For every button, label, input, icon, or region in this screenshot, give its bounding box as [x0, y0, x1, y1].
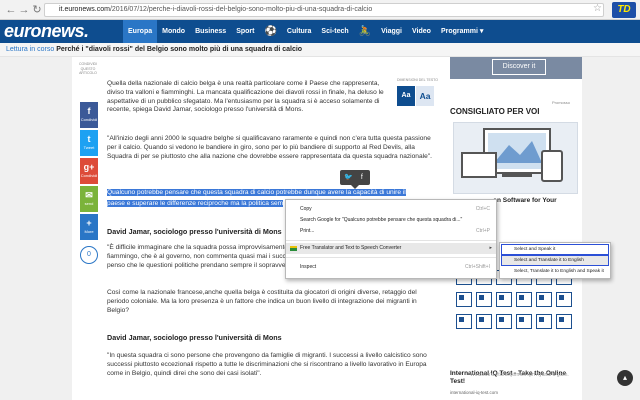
article-paragraph-5: "In questa squadra ci sono persone che p…	[107, 352, 427, 377]
reading-title[interactable]: Perché i "diavoli rossi" del Belgio sono…	[56, 46, 302, 53]
selected-text-line-2: paese e superare le differenze reciproch…	[107, 200, 284, 207]
iq-grid-cell	[556, 314, 572, 329]
facebook-share-button[interactable]: f Condividi	[80, 102, 98, 128]
nav-sci-tech[interactable]: Sci-tech	[316, 20, 353, 43]
ad-subtitle[interactable]: on Software for Your	[493, 197, 557, 204]
url-path: /2016/07/12/perche-i-diavoli-rossi-del-b…	[109, 6, 373, 13]
recommended-title: CONSIGLIATO PER VOI	[450, 107, 540, 116]
iq-test-grid[interactable]	[452, 268, 576, 348]
iq-grid-cell	[516, 292, 532, 307]
address-bar[interactable]: it.euronews.com/2016/07/12/perche-i-diav…	[44, 3, 604, 17]
forward-icon[interactable]: →	[17, 3, 31, 17]
url-host: it.euronews.com	[59, 6, 110, 13]
nav-business[interactable]: Business	[190, 20, 231, 43]
article-quote-heading-2: David Jamar, sociologo presso l'universi…	[107, 333, 282, 342]
iq-grid-cell	[456, 292, 472, 307]
translator-submenu: Select and Speak it Select and Translate…	[499, 242, 611, 279]
iq-test-url[interactable]: international-iq-test.com	[450, 390, 498, 395]
nav-sport[interactable]: Sport	[231, 20, 259, 43]
mail-icon: ✉	[85, 190, 93, 200]
ctx-copy[interactable]: Copy Ctrl+C	[286, 204, 496, 215]
discover-it-button[interactable]: Discover it	[492, 59, 546, 75]
ctx-print[interactable]: Print... Ctrl+P	[286, 226, 496, 237]
reading-label: Lettura in corso	[6, 46, 55, 53]
nav-viaggi[interactable]: Viaggi	[376, 20, 407, 43]
twitter-icon: t	[87, 134, 91, 144]
ctx-search-google[interactable]: Search Google for "Qualcuno potrebbe pen…	[286, 215, 496, 226]
text-size-label: DIMENSIONI DEL TESTO	[397, 78, 438, 82]
promoted-label: Promosso	[552, 100, 571, 105]
text-size-large-button[interactable]: Aa	[416, 86, 434, 106]
euronews-logo[interactable]: euronews.	[4, 21, 89, 42]
facebook-icon: f	[87, 106, 91, 116]
reload-icon[interactable]: ↻	[30, 3, 44, 17]
more-share-button[interactable]: + More	[80, 214, 98, 240]
context-menu: Copy Ctrl+C Search Google for "Qualcuno p…	[285, 199, 497, 279]
iq-grid-cell	[476, 292, 492, 307]
iq-grid-cell	[476, 314, 492, 329]
googleplus-share-button[interactable]: g+ Condividi	[80, 158, 98, 184]
scroll-up-icon[interactable]: ▴	[617, 370, 633, 386]
text-size-small-button[interactable]: Aa	[397, 86, 415, 106]
nav-programmi[interactable]: Programmi ▾	[436, 20, 488, 43]
back-icon[interactable]: ←	[4, 3, 18, 17]
iq-grid-cell	[536, 314, 552, 329]
site-navigation: euronews. Europa Mondo Business Sport ⚽ …	[0, 20, 640, 43]
translator-flag-icon	[290, 246, 297, 251]
page-gutter-left	[0, 57, 72, 400]
article-paragraph-4: Così come la nazionale francese,anche qu…	[107, 289, 417, 314]
browser-toolbar: ← → ↻ it.euronews.com/2016/07/12/perche-…	[0, 0, 640, 20]
football-icon[interactable]: ⚽	[259, 20, 281, 43]
iq-grid-cell	[496, 314, 512, 329]
bookmark-star-icon[interactable]: ☆	[593, 3, 602, 14]
select-and-translate-item[interactable]: Select and Translate it to English	[501, 255, 609, 266]
tweet-selection-bubble[interactable]: 🐦 f	[340, 170, 370, 185]
windows-activation-watermark: Windows'u etkinleştirmek için Ayarlar'a …	[470, 372, 569, 378]
share-count: 0	[80, 246, 98, 264]
select-translate-speak-item[interactable]: Select, Translate it to English and Spea…	[501, 266, 609, 277]
submenu-arrow-icon: ▸	[489, 245, 492, 251]
iq-grid-cell	[456, 314, 472, 329]
iq-grid-cell	[516, 314, 532, 329]
ctx-separator	[286, 257, 496, 258]
translator-extension-icon[interactable]: TD	[612, 2, 636, 18]
share-label: CONDIVIDI QUESTO ARTICOLO	[78, 62, 98, 75]
article-paragraph-2: "All'inizio degli anni 2000 le squadre b…	[107, 135, 432, 160]
selected-text-line-1: Qualcuno potrebbe pensare che questa squ…	[107, 189, 406, 196]
page-gutter-right	[582, 57, 640, 400]
article-paragraph-1: Quella della nazionale di calcio belga è…	[107, 80, 384, 114]
ctx-inspect[interactable]: Inspect Ctrl+Shift+I	[286, 262, 496, 273]
email-share-button[interactable]: ✉ send	[80, 186, 98, 212]
devices-illustration	[461, 128, 563, 182]
iq-grid-cell	[556, 292, 572, 307]
google-plus-icon: g+	[83, 162, 95, 172]
select-and-speak-item[interactable]: Select and Speak it	[501, 244, 609, 255]
plus-icon: +	[86, 218, 92, 228]
reading-bar: Lettura in corso Perché i "diavoli rossi…	[0, 43, 640, 57]
nav-mondo[interactable]: Mondo	[157, 20, 190, 43]
iq-grid-cell	[536, 292, 552, 307]
twitter-share-button[interactable]: t Tweet	[80, 130, 98, 156]
ctx-free-translator[interactable]: Free Translator and Text to Speech Conve…	[286, 243, 496, 254]
nav-europa[interactable]: Europa	[123, 20, 158, 43]
nav-video[interactable]: Video	[407, 20, 436, 43]
ctx-separator	[286, 240, 496, 241]
iq-grid-cell	[496, 292, 512, 307]
ad-devices-image[interactable]	[453, 122, 578, 194]
nav-links: Europa Mondo Business Sport ⚽ Cultura Sc…	[123, 20, 488, 43]
nav-cultura[interactable]: Cultura	[282, 20, 317, 43]
cycling-icon[interactable]: 🚴	[354, 20, 376, 43]
